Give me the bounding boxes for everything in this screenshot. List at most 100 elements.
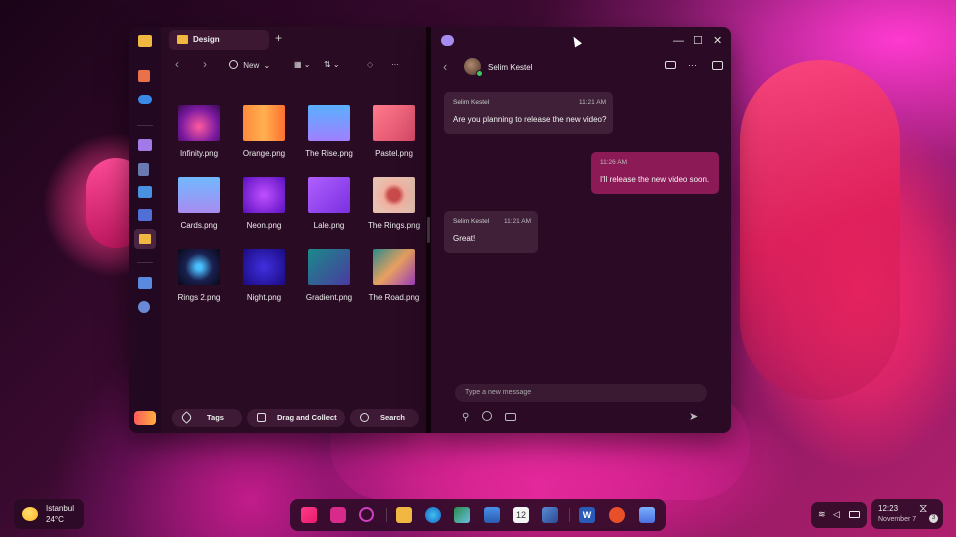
powerpoint-icon[interactable] [609,507,625,523]
start-icon[interactable] [301,507,317,523]
cloud-icon[interactable] [138,95,152,104]
file-name: Infinity.png [179,149,219,158]
sidebar-item-design[interactable] [134,229,156,249]
battery-icon[interactable] [849,511,860,518]
home-icon[interactable] [138,70,150,82]
weather-widget[interactable]: Istanbul 24°C [14,499,84,529]
folder-icon [177,35,188,44]
image-thumbnail [373,105,415,141]
file-item[interactable]: Pastel.png [362,105,426,158]
file-name: Neon.png [246,221,282,230]
documents-icon[interactable] [138,163,149,176]
emoji-icon[interactable] [482,411,492,421]
network-icon[interactable] [138,301,150,313]
gallery-icon[interactable] [138,139,152,151]
file-item[interactable]: The Rings.png [362,177,426,230]
drag-and-collect-button[interactable]: Drag and Collect [247,409,345,427]
divider-grip[interactable] [427,217,430,243]
contact-name[interactable]: Selim Kestel [488,63,532,72]
tag-icon[interactable]: ◇ [367,60,373,69]
image-thumbnail [178,177,220,213]
view-button[interactable]: ▦ ⌄ [294,60,310,69]
minimize-button[interactable]: — [673,36,684,47]
file-item[interactable]: The Road.png [362,249,426,302]
file-item[interactable]: Rings 2.png [167,249,231,302]
more-icon[interactable]: ··· [391,60,399,69]
file-name: Lale.png [313,221,345,230]
plus-circle-icon [229,60,238,69]
weather-temp: 24°C [46,515,64,524]
word-icon[interactable]: W [579,507,595,523]
weather-sun-icon [22,507,38,521]
clock-date: November 7 [878,516,917,523]
file-item[interactable]: Infinity.png [167,105,231,158]
file-item[interactable]: The Rise.png [297,105,361,158]
tags-button[interactable]: Tags [172,409,242,427]
new-tab-button[interactable]: + [275,31,282,45]
notification-icon[interactable]: ⧖ [919,501,927,516]
app-badge-icon[interactable] [134,411,156,425]
message-time: 11:21 AM [579,99,606,106]
search-icon [360,413,369,422]
photos-icon[interactable] [454,507,470,523]
attach-icon[interactable]: ⚲ [462,412,469,423]
sort-button[interactable]: ⇅ ⌄ [324,60,340,69]
stack-icon [257,413,266,422]
tab-design[interactable]: Design [169,30,269,50]
message-bubble-incoming: Selim Kestel 11:21 AM Are you planning t… [444,92,613,134]
file-name: The Rise.png [305,149,353,158]
file-item[interactable]: Gradient.png [297,249,361,302]
file-name: Gradient.png [305,293,353,302]
message-text: Great! [453,234,476,243]
mail-icon[interactable] [484,507,500,523]
file-item[interactable]: Neon.png [232,177,296,230]
more-icon[interactable]: ··· [688,60,697,70]
back-icon[interactable]: ‹ [443,59,447,74]
file-explorer-icon[interactable] [396,507,412,523]
search-icon[interactable] [359,507,374,522]
send-icon[interactable]: ➤ [689,410,698,423]
clock-time: 12:23 [878,504,899,513]
media-player-icon[interactable] [542,507,558,523]
close-button[interactable]: ✕ [713,36,722,47]
download-app-icon[interactable] [639,507,655,523]
side-panel-icon[interactable] [712,61,723,70]
file-name: The Rings.png [367,221,421,230]
message-sender: Selim Kestel [453,218,490,225]
back-icon[interactable]: ‹ [175,57,179,71]
file-item[interactable]: Orange.png [232,105,296,158]
image-thumbnail [308,177,350,213]
drag-label: Drag and Collect [277,413,337,422]
image-thumbnail [373,249,415,285]
search-button[interactable]: Search [350,409,419,427]
message-text: I'll release the new video soon. [600,175,710,184]
gif-icon[interactable] [505,413,516,421]
image-thumbnail [243,249,285,285]
message-text: Are you planning to release the new vide… [453,115,607,124]
volume-icon[interactable]: ◁ [833,509,840,520]
wifi-icon[interactable]: ≋ [818,509,826,520]
file-name: Pastel.png [375,149,413,158]
file-item[interactable]: Night.png [232,249,296,302]
calendar-icon[interactable]: 12 [513,507,529,523]
taskbar: 12 W [290,499,666,531]
downloads-icon[interactable] [138,186,152,198]
video-call-icon[interactable] [665,61,676,69]
system-tray[interactable]: ≋ ◁ [811,502,867,528]
maximize-button[interactable]: ☐ [693,36,703,47]
message-input[interactable]: Type a new message [455,384,707,402]
forward-icon[interactable]: › [203,57,207,71]
clock-widget[interactable]: 12:23 November 7 ⧖ 3 [871,499,943,529]
file-item[interactable]: Cards.png [167,177,231,230]
tag-icon [180,411,193,424]
image-thumbnail [308,249,350,285]
file-name: Rings 2.png [177,293,221,302]
new-button[interactable]: New ⌄ [229,60,270,70]
file-name: The Road.png [368,293,420,302]
file-item[interactable]: Lale.png [297,177,361,230]
this-pc-icon[interactable] [138,277,152,289]
edge-icon[interactable] [425,507,441,523]
file-name: Cards.png [180,221,218,230]
pictures-icon[interactable] [138,209,152,221]
widgets-icon[interactable] [330,507,346,523]
